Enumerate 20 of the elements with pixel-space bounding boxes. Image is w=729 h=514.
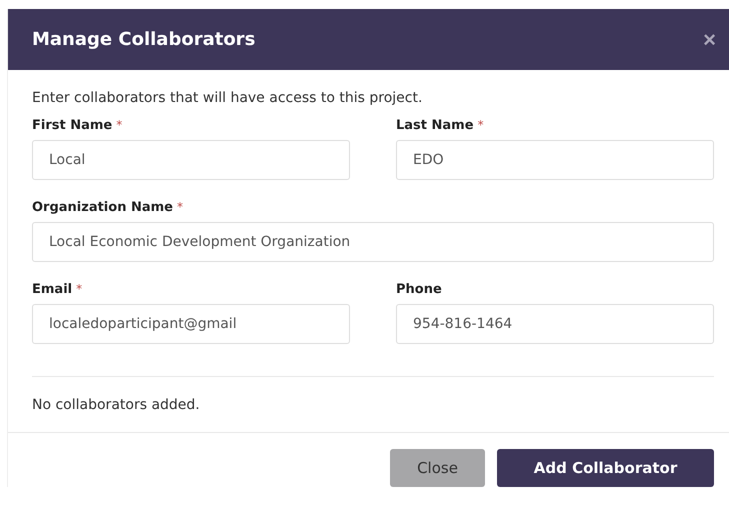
required-mark: *: [76, 282, 82, 296]
dialog-title: Manage Collaborators: [32, 29, 256, 50]
empty-message: No collaborators added.: [32, 396, 201, 415]
field-label: Last Name: [396, 118, 474, 133]
close-button[interactable]: ×: [703, 28, 716, 50]
field-label: Email: [32, 282, 72, 297]
close-button[interactable]: Close: [390, 449, 485, 487]
field-label: Phone: [396, 282, 442, 297]
input-field[interactable]: localedoparticipant@gmail: [32, 304, 350, 344]
field-label: First Name: [32, 118, 112, 133]
add-button[interactable]: Add Collaborator: [497, 449, 714, 487]
field-label: Organization Name: [32, 200, 173, 215]
input-field[interactable]: EDO: [396, 140, 714, 180]
input-field[interactable]: 954-816-1464: [396, 304, 714, 344]
input-field[interactable]: Local: [32, 140, 350, 180]
intro-text: Enter collaborators that will have access to this project.: [32, 90, 424, 106]
required-mark: *: [177, 200, 183, 214]
required-mark: *: [116, 118, 122, 132]
input-field[interactable]: Local Economic Development Organization: [32, 222, 714, 262]
required-mark: *: [478, 118, 484, 132]
